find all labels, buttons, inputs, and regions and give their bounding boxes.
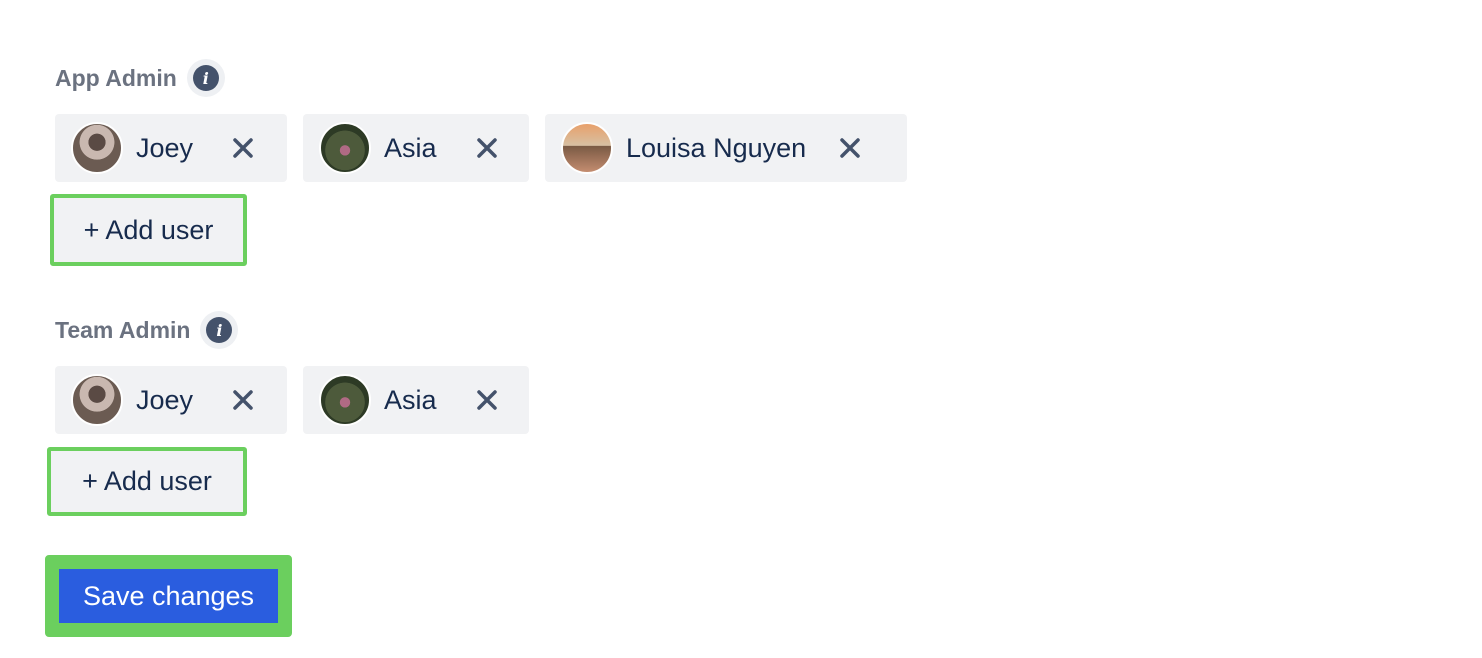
- avatar: [319, 122, 371, 174]
- user-name: Asia: [384, 384, 437, 415]
- add-user-button[interactable]: + Add user: [54, 198, 243, 262]
- user-chip-asia: Asia: [303, 366, 529, 434]
- avatar: [71, 374, 123, 426]
- avatar: [561, 122, 613, 174]
- section-label-text: Team Admin: [55, 316, 191, 343]
- add-user-highlight: + Add user: [50, 194, 247, 266]
- close-icon[interactable]: [471, 384, 503, 416]
- info-icon[interactable]: i: [186, 59, 225, 97]
- section-label-text: App Admin: [55, 64, 177, 91]
- user-chip-asia: Asia: [303, 114, 529, 182]
- user-chip-joey: Joey: [55, 114, 287, 182]
- close-icon[interactable]: [834, 132, 866, 164]
- info-icon[interactable]: i: [200, 311, 239, 349]
- add-user-button[interactable]: + Add user: [51, 451, 243, 512]
- team-admin-user-list: Joey Asia: [55, 366, 529, 434]
- section-label-app-admin: App Admin i: [55, 59, 225, 97]
- close-icon[interactable]: [471, 132, 503, 164]
- user-name: Joey: [136, 384, 194, 415]
- avatar: [319, 374, 371, 426]
- user-name: Louisa Nguyen: [626, 132, 807, 163]
- avatar: [71, 122, 123, 174]
- app-admin-user-list: Joey Asia Louisa Nguyen: [55, 114, 907, 182]
- section-label-team-admin: Team Admin i: [55, 311, 239, 349]
- user-chip-joey: Joey: [55, 366, 287, 434]
- user-chip-louisa-nguyen: Louisa Nguyen: [545, 114, 907, 182]
- add-user-highlight: + Add user: [47, 447, 247, 516]
- close-icon[interactable]: [227, 384, 259, 416]
- user-name: Asia: [384, 132, 437, 163]
- close-icon[interactable]: [227, 132, 259, 164]
- save-highlight: Save changes: [45, 555, 292, 637]
- user-name: Joey: [136, 132, 194, 163]
- save-changes-button[interactable]: Save changes: [59, 569, 278, 623]
